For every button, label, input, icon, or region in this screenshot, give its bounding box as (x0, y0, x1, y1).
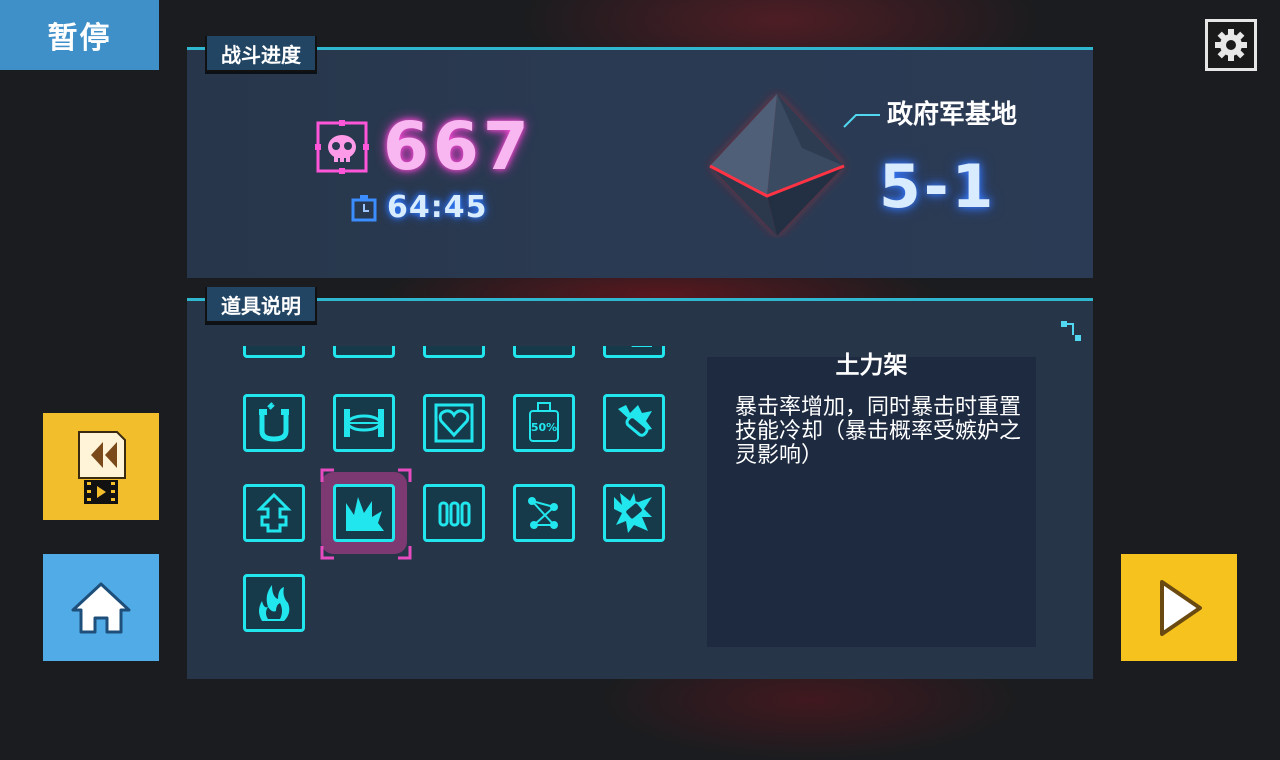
item-grid: 50% (235, 346, 675, 666)
battle-timer: 64:45 (387, 190, 488, 225)
item-description-tab: 道具说明 (205, 287, 317, 323)
item-slot[interactable] (513, 346, 575, 358)
battle-progress-tab: 战斗进度 (205, 36, 317, 72)
item-slot[interactable] (243, 574, 305, 632)
resume-play-button[interactable] (1121, 554, 1237, 661)
item-partial-2-icon (342, 346, 386, 351)
ice-crystal-icon (614, 493, 652, 533)
item-partial-3-icon (432, 346, 476, 351)
item-partial-4-icon (522, 346, 566, 351)
bullets-icon (438, 501, 471, 527)
arrow-up-icon (256, 492, 292, 533)
kill-score: 667 (383, 108, 533, 185)
stage-crystal-icon (709, 94, 845, 236)
item-partial-1-icon (252, 346, 296, 351)
selection-frame (320, 468, 412, 560)
item-slot[interactable] (333, 394, 395, 452)
item-slot[interactable] (333, 346, 395, 358)
bottle-50-icon: 50% (529, 402, 559, 442)
bottle-label: 50% (531, 421, 557, 434)
item-partial-5-icon (631, 346, 652, 347)
settings-button[interactable] (1205, 19, 1257, 71)
play-icon (1160, 579, 1202, 636)
item-slot[interactable] (243, 394, 305, 452)
magnet-icon (259, 402, 289, 442)
pause-title: 暂停 (0, 0, 159, 70)
expand-corner-icon[interactable] (1059, 319, 1083, 343)
network-icon (528, 497, 558, 529)
stopwatch-icon (351, 195, 377, 222)
item-slot[interactable] (423, 394, 485, 452)
stage-name: 政府军基地 (887, 100, 1018, 130)
gear-icon (1215, 29, 1247, 61)
flame-hand-icon (259, 585, 290, 621)
bandage-blast-icon (618, 405, 652, 437)
item-name: 土力架 (835, 351, 908, 379)
video-film-icon (84, 479, 118, 504)
stage-pointer-line (843, 114, 880, 128)
item-slot[interactable] (423, 346, 485, 358)
item-slot[interactable] (603, 394, 665, 452)
item-slot[interactable] (513, 484, 575, 542)
barbell-icon (344, 409, 384, 437)
item-slot[interactable] (603, 346, 665, 358)
heart-icon (434, 403, 474, 443)
item-slot[interactable]: 50% (513, 394, 575, 452)
item-description-panel: 道具说明 50% 土力架 暴击率增加，同时暴击时重置技能冷却（暴击概率受嫉妒之灵… (187, 287, 1093, 679)
battle-progress-panel: 战斗进度 667 64:45 政府军基地 5-1 (187, 36, 1093, 278)
item-slot[interactable] (243, 484, 305, 542)
stage-number: 5-1 (879, 152, 997, 222)
skull-target-icon (315, 120, 369, 174)
item-slot[interactable] (423, 484, 485, 542)
item-slot[interactable] (243, 346, 305, 358)
rewind-replay-button[interactable] (43, 413, 159, 520)
item-slot[interactable] (603, 484, 665, 542)
rewind-save-icon (78, 430, 126, 479)
home-button[interactable] (43, 554, 159, 661)
item-description-text: 暴击率增加，同时暴击时重置技能冷却（暴击概率受嫉妒之灵影响） (735, 395, 1022, 468)
home-icon (71, 582, 131, 633)
